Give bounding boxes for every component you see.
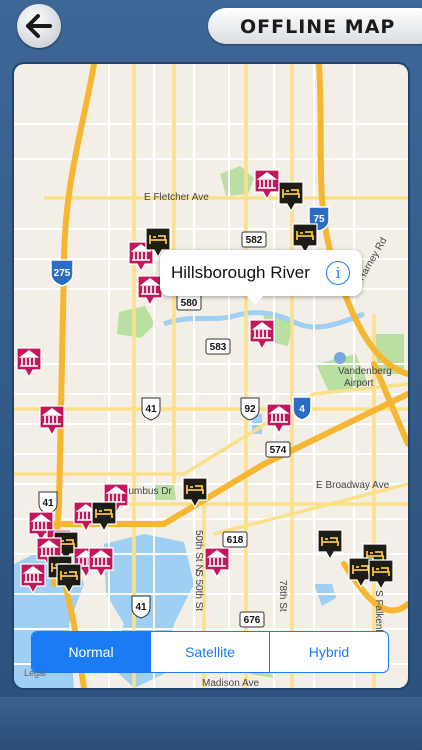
page-title: OFFLINE MAP [240,16,396,38]
footer-bar [0,697,422,750]
map-type-normal[interactable]: Normal [32,632,150,672]
map-view[interactable]: E Fletcher Ave Harney Rd Vandenberg Airp… [14,64,408,688]
museum-pin[interactable] [249,319,275,351]
map-type-hybrid[interactable]: Hybrid [269,632,388,672]
title-pill: OFFLINE MAP [208,8,422,44]
hotel-pin[interactable] [182,477,208,509]
header-bar: OFFLINE MAP [0,0,422,56]
map-type-satellite[interactable]: Satellite [150,632,269,672]
poi-pins-layer[interactable] [14,64,408,688]
place-callout[interactable]: Hillsborough River i [160,250,362,305]
museum-pin[interactable] [16,347,42,379]
museum-pin[interactable] [88,547,114,579]
hotel-pin[interactable] [368,559,394,591]
legal-link[interactable]: Legal [24,668,46,678]
map-type-segmented-control[interactable]: Normal Satellite Hybrid [31,631,389,673]
hotel-pin[interactable] [317,529,343,561]
museum-pin[interactable] [266,403,292,435]
callout-title: Hillsborough River [171,263,310,282]
museum-pin[interactable] [137,275,163,307]
hotel-pin[interactable] [91,501,117,533]
hotel-pin[interactable] [56,563,82,595]
hotel-pin[interactable] [278,181,304,213]
museum-pin[interactable] [39,405,65,437]
museum-pin[interactable] [254,169,280,201]
hotel-pin[interactable] [292,223,318,255]
museum-pin[interactable] [20,563,46,595]
info-icon[interactable]: i [326,261,350,285]
museum-pin[interactable] [204,547,230,579]
arrow-left-icon [26,14,52,38]
back-button[interactable] [17,4,61,48]
